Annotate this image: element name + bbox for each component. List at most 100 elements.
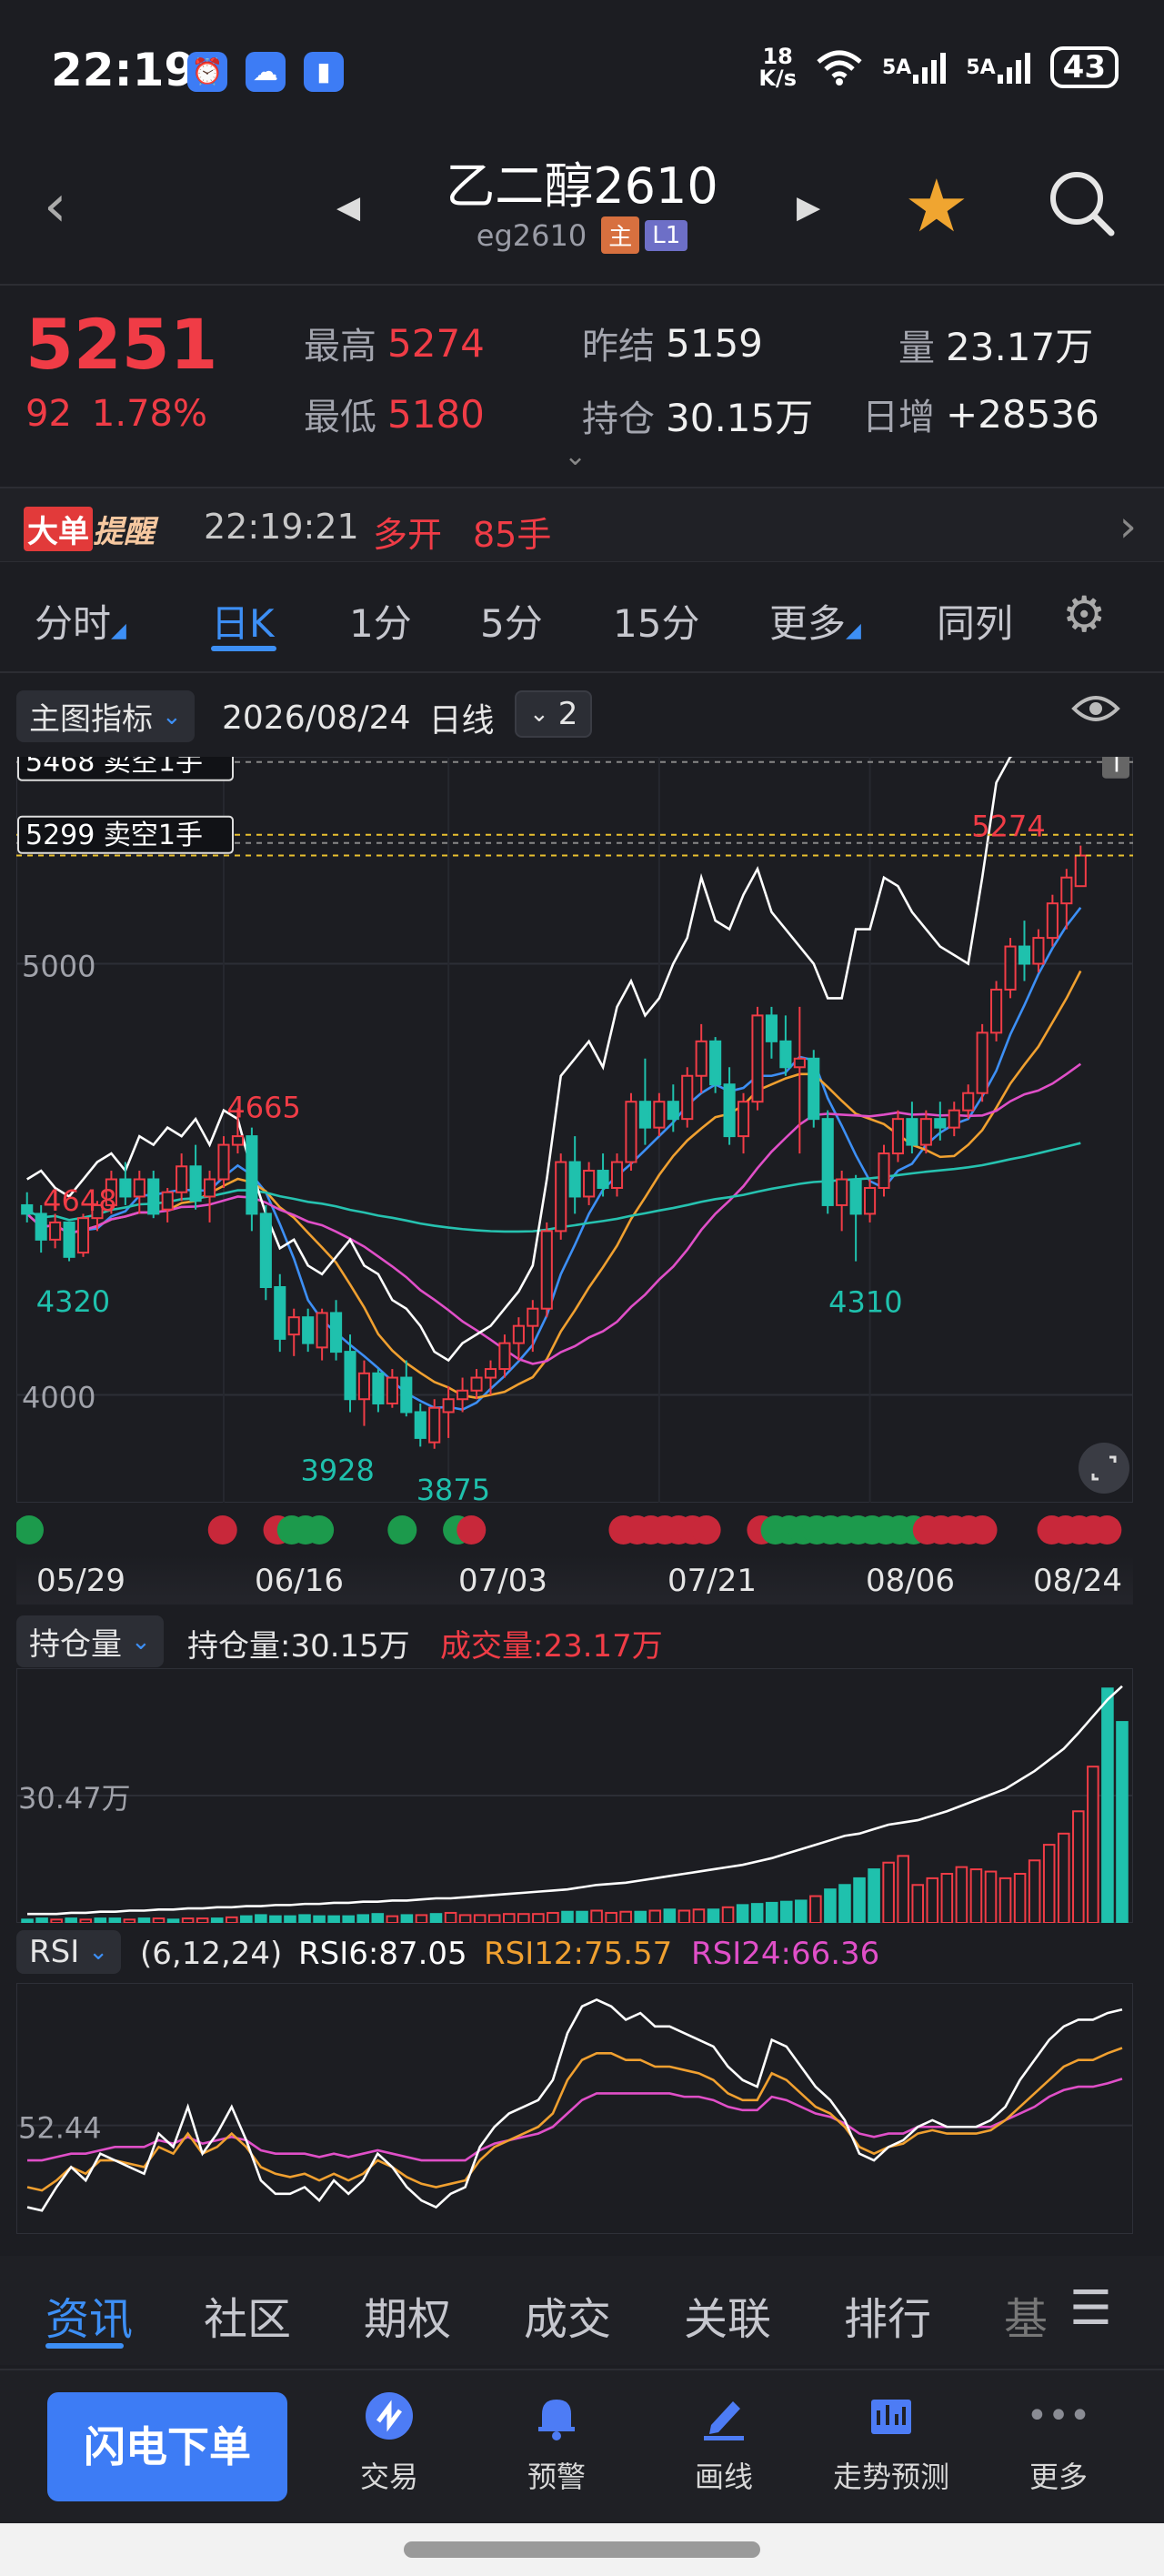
volume-bar [955, 1866, 968, 1923]
main-indicator-select[interactable]: 主图指标 ⌄ [16, 690, 195, 742]
price-annotation: 4310 [828, 1285, 902, 1320]
candle [414, 1411, 426, 1439]
tab-news[interactable]: 资讯 [45, 2283, 133, 2347]
search-button[interactable] [1046, 167, 1119, 244]
date-axis: 05/29 06/16 07/03 07/21 08/06 08/24 [16, 1555, 1133, 1605]
tab-intraday[interactable]: 分时◢ [35, 593, 126, 649]
tab-daily-k[interactable]: 日K [211, 593, 275, 649]
volume-bar [137, 1917, 151, 1923]
more-button[interactable]: ••• 更多 [977, 2389, 1140, 2496]
order-tag: 5299 卖空1手 [17, 815, 234, 854]
draw-line-button[interactable]: 画线 [642, 2389, 806, 2496]
x-tick-label: 07/21 [667, 1563, 757, 1599]
y-tick-label: 4000 [22, 1381, 95, 1415]
rsi-indicator-select[interactable]: RSI ⌄ [16, 1930, 122, 1974]
home-gesture-pill[interactable] [404, 2541, 760, 2558]
candle [976, 1031, 988, 1094]
oi-indicator-select[interactable]: 持仓量 ⌄ [16, 1615, 164, 1667]
volume-bar [853, 1877, 866, 1923]
candle [765, 1014, 778, 1042]
candle [1046, 902, 1059, 940]
candle [610, 1161, 624, 1189]
tab-community[interactable]: 社区 [204, 2283, 291, 2347]
ai-signal-dot [387, 1515, 417, 1545]
candle [1004, 945, 1017, 991]
volume-bar [634, 1910, 647, 1923]
tab-5min[interactable]: 5分 [480, 593, 543, 649]
alert-button[interactable]: 预警 [475, 2389, 638, 2496]
candle [906, 1118, 918, 1146]
tab-1min[interactable]: 1分 [349, 593, 412, 649]
menu-icon[interactable]: ☰ [1069, 2281, 1112, 2336]
tab-fundamentals[interactable]: 基 [1004, 2283, 1048, 2347]
candle [176, 1165, 188, 1193]
net-speed: 18 K/s [758, 44, 797, 91]
favorite-star-icon[interactable]: ★ [904, 164, 969, 248]
battery-indicator: 43 [1049, 46, 1119, 88]
candle [76, 1217, 90, 1254]
tab-related[interactable]: 关联 [684, 2283, 771, 2347]
kline-chart[interactable]: 5000 4000 5468 卖空1手 5299 卖空1手 T 4665 4648 4320 3… [16, 757, 1133, 1503]
flash-order-button[interactable]: 闪电下单 [47, 2392, 287, 2501]
expand-chevron-icon[interactable]: ⌄ [564, 440, 587, 472]
eye-icon[interactable] [1071, 690, 1120, 730]
tab-options[interactable]: 期权 [364, 2283, 451, 2347]
chevron-right-icon[interactable]: › [1119, 501, 1137, 552]
candle [259, 1213, 272, 1289]
candle [1074, 854, 1087, 888]
x-tick-label: 07/03 [458, 1563, 547, 1599]
change-percent: 1.78% [91, 393, 207, 435]
candle [793, 1057, 806, 1069]
x-tick-label: 08/24 [1033, 1563, 1122, 1599]
volume-bar [619, 1910, 632, 1923]
volume-bar [225, 1916, 238, 1923]
candle [779, 1040, 792, 1069]
volume-bar [897, 1855, 909, 1923]
volume-bar [940, 1873, 954, 1923]
order-marker: T [1102, 757, 1129, 779]
rsi24-label: RSI24:66.36 [691, 1936, 880, 1972]
trend-forecast-button[interactable]: 走势预测 [809, 2389, 973, 2496]
main-contract-tag: 主 [601, 216, 640, 254]
candle [540, 1230, 553, 1310]
candle [512, 1324, 525, 1344]
volume-bar [1101, 1687, 1114, 1923]
big-order-alert[interactable]: 大单 提醒 22:19:21 多开 85手 › [0, 487, 1164, 563]
tab-ranking[interactable]: 排行 [844, 2283, 931, 2347]
order-tag-text: 5299 卖空1手 [25, 820, 203, 851]
tab-compare[interactable]: 同列 [937, 593, 1013, 649]
volume-bar [473, 1914, 487, 1923]
volume-bar [502, 1913, 516, 1923]
tab-more[interactable]: 更多◢ [769, 593, 861, 649]
chevron-down-icon: ⌄ [162, 702, 182, 730]
oi-volume-chart[interactable]: 30.47万 [16, 1668, 1133, 1923]
volume-bar [356, 1914, 370, 1923]
open-interest-field: 持仓 30.15万 [582, 396, 814, 440]
layer-select[interactable]: ⌄ 2 [515, 690, 593, 738]
order-tag-text: 5468 卖空1手 [25, 757, 203, 779]
y-tick-label: 5000 [22, 950, 95, 984]
ai-signal-dot [457, 1515, 487, 1545]
volume-bar [386, 1915, 399, 1923]
candle [372, 1372, 385, 1404]
rsi-chart[interactable]: 52.44 [16, 1983, 1133, 2234]
gear-icon[interactable]: ⚙ [1062, 586, 1106, 643]
alert-quantity: 85手 [473, 515, 552, 555]
candle [161, 1191, 174, 1211]
volume-bar [50, 1918, 63, 1923]
volume-bar [255, 1914, 267, 1923]
trade-button[interactable]: 交易 [307, 2389, 471, 2496]
tab-trades[interactable]: 成交 [524, 2283, 611, 2347]
last-price: 5251 [25, 304, 218, 385]
wifi-icon [817, 50, 862, 86]
high-field: 最高 5274 [304, 320, 485, 368]
price-annotation: 4320 [36, 1284, 110, 1319]
candle [316, 1312, 328, 1349]
candle [287, 1316, 300, 1336]
candle [990, 988, 1003, 1034]
candle [1060, 876, 1073, 905]
candle [962, 1092, 975, 1112]
volume-bar [487, 1914, 501, 1923]
tab-15min[interactable]: 15分 [613, 593, 699, 649]
candle [919, 1118, 932, 1146]
